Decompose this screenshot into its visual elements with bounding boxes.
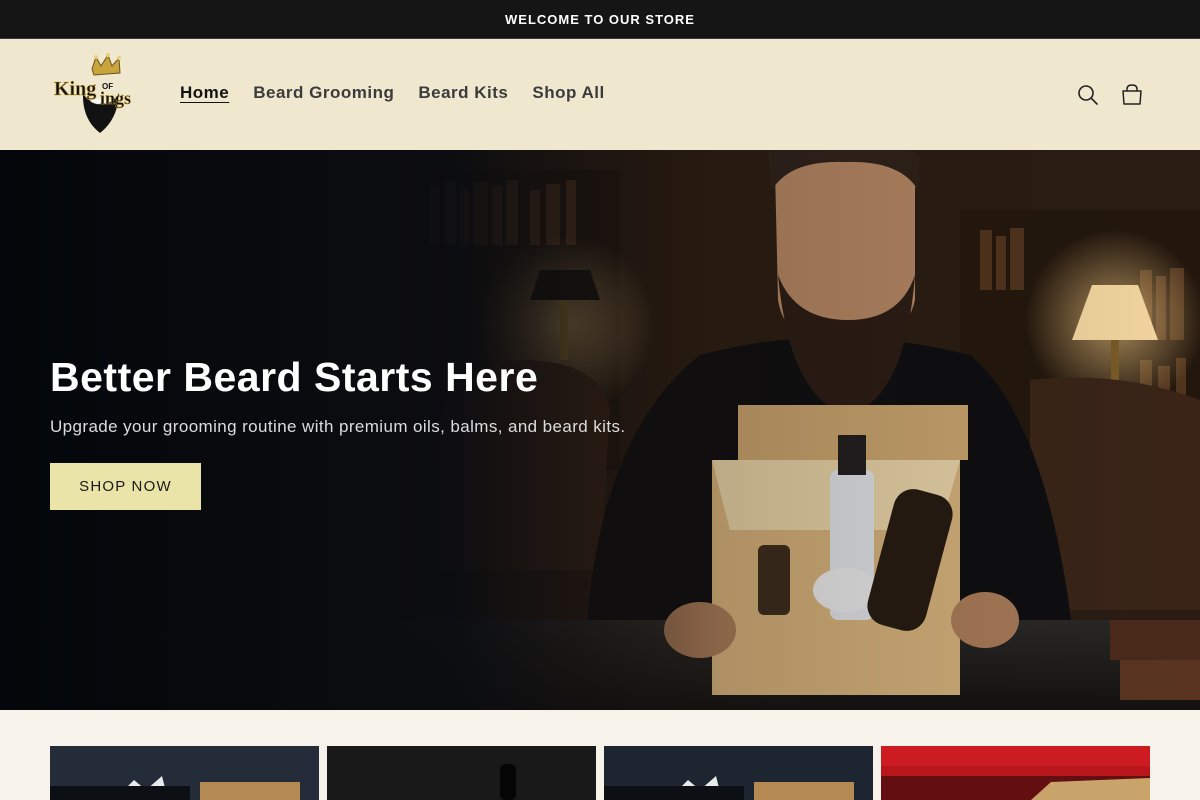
- hero-subtitle: Upgrade your grooming routine with premi…: [50, 417, 626, 436]
- product-card[interactable]: [50, 746, 319, 800]
- nav-shop-all[interactable]: Shop All: [532, 83, 604, 103]
- beard-oil-bottle-image: [327, 746, 596, 800]
- cart-icon[interactable]: [1120, 83, 1144, 107]
- crown-beard-logo-icon: King OF ings: [54, 53, 131, 133]
- product-card[interactable]: [881, 746, 1150, 800]
- brand-logo[interactable]: King OF ings: [52, 53, 136, 137]
- product-card[interactable]: [327, 746, 596, 800]
- beard-kit-box-image: [50, 746, 319, 800]
- nav-home[interactable]: Home: [180, 83, 229, 103]
- hero-title: Better Beard Starts Here: [50, 354, 539, 400]
- search-icon[interactable]: [1076, 83, 1100, 107]
- product-card[interactable]: [604, 746, 873, 800]
- beard-kit-box-image: [604, 746, 873, 800]
- announcement-text: WELCOME TO OUR STORE: [505, 11, 695, 27]
- nav-beard-grooming[interactable]: Beard Grooming: [253, 83, 394, 103]
- wooden-box-red-background-image: [881, 746, 1150, 800]
- hero-content: Better Beard Starts Here Upgrade your gr…: [50, 354, 626, 510]
- main-nav: Home Beard Grooming Beard Kits Shop All: [180, 83, 605, 103]
- shop-now-button[interactable]: SHOP NOW: [50, 463, 201, 510]
- nav-beard-kits[interactable]: Beard Kits: [418, 83, 508, 103]
- hero-banner: Better Beard Starts Here Upgrade your gr…: [0, 150, 1200, 710]
- site-header: King OF ings Home Beard Grooming Beard K…: [0, 39, 1200, 150]
- announcement-bar: WELCOME TO OUR STORE: [0, 0, 1200, 39]
- svg-text:King: King: [54, 78, 96, 100]
- product-grid: [0, 710, 1200, 800]
- svg-text:ings: ings: [100, 88, 131, 108]
